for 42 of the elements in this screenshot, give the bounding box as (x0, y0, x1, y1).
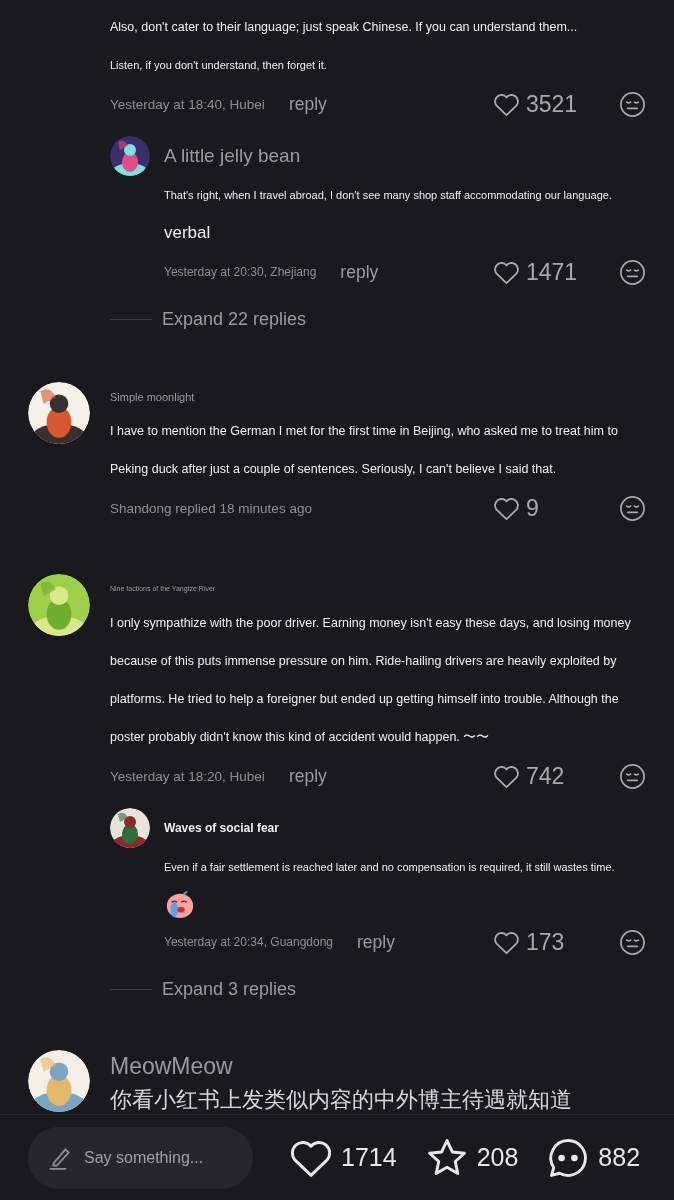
timestamp: Shandong replied 18 minutes ago (110, 500, 312, 516)
like-count: 1714 (341, 1143, 397, 1172)
face-icon[interactable] (619, 928, 646, 956)
like-count: 9 (526, 494, 539, 522)
comment-text: Even if a fair settlement is reached later and no compensation is required, it still wastes time. (164, 860, 616, 875)
expand-replies-button[interactable]: Expand 3 replies (162, 978, 297, 1000)
heart-icon[interactable] (493, 495, 520, 521)
comment-text: 你看小红书上发类似内容的中外博主待遇就知道 (110, 1086, 573, 1114)
heart-icon[interactable] (493, 91, 520, 117)
timestamp: Yesterday at 18:20, Hubei (110, 768, 265, 784)
like-count: 742 (526, 762, 565, 790)
face-icon[interactable] (619, 258, 646, 286)
heart-icon[interactable] (493, 259, 520, 285)
heart-icon[interactable] (493, 763, 520, 789)
username[interactable]: MeowMeow (110, 1050, 646, 1082)
comment-text: Listen, if you don't understand, then forget it. (110, 58, 328, 73)
like-count: 3521 (526, 90, 578, 118)
comment-text: verbal (164, 222, 212, 244)
comment-text: I have to mention the German I met for the first time in Beijing, who asked me to treat him to Peking duck after just a couple of sentences. Seriously, I can't believe I said that. (110, 423, 619, 478)
timestamp: Yesterday at 20:30, Zhejiang (164, 265, 317, 279)
timestamp: Yesterday at 18:40, Hubei (110, 96, 265, 112)
comment-text: I only sympathize with the poor driver. Earning money isn't easy these days, and losing money because of this puts immense pressure on him. Ride-hailing drivers are heavily exploited by platforms. He tried to help a foreigner but ended up getting himself into trouble. Although the poster probably didn't know this kind of accident would happen. 〜〜 (110, 615, 632, 746)
face-icon[interactable] (619, 90, 646, 118)
reply-link[interactable]: reply (340, 261, 379, 283)
reply-link[interactable]: reply (288, 93, 327, 115)
face-icon[interactable] (619, 494, 646, 522)
comment-text: That's right, when I travel abroad, I don't see many shop staff accommodating our language. (164, 188, 613, 203)
username[interactable]: A little jelly bean (164, 136, 646, 176)
username[interactable]: Waves of social fear (164, 808, 646, 848)
face-icon[interactable] (619, 762, 646, 790)
comment-text: Also, don't cater to their language; just speak Chinese. If you can understand them... (110, 19, 579, 36)
username[interactable]: Simple moonlight (110, 382, 646, 412)
reply-link[interactable]: reply (288, 765, 327, 787)
reply-link[interactable]: reply (357, 931, 395, 953)
favorite-count: 208 (476, 1143, 519, 1172)
like-count: 1471 (526, 258, 578, 286)
timestamp: Yesterday at 20:34, Guangdong (164, 935, 334, 949)
expand-replies-button[interactable]: Expand 22 replies (162, 308, 307, 330)
heart-icon[interactable] (493, 929, 520, 955)
comment-input[interactable]: Say something... (28, 1126, 253, 1189)
like-count: 173 (526, 928, 565, 956)
comment-count: 882 (598, 1143, 641, 1172)
